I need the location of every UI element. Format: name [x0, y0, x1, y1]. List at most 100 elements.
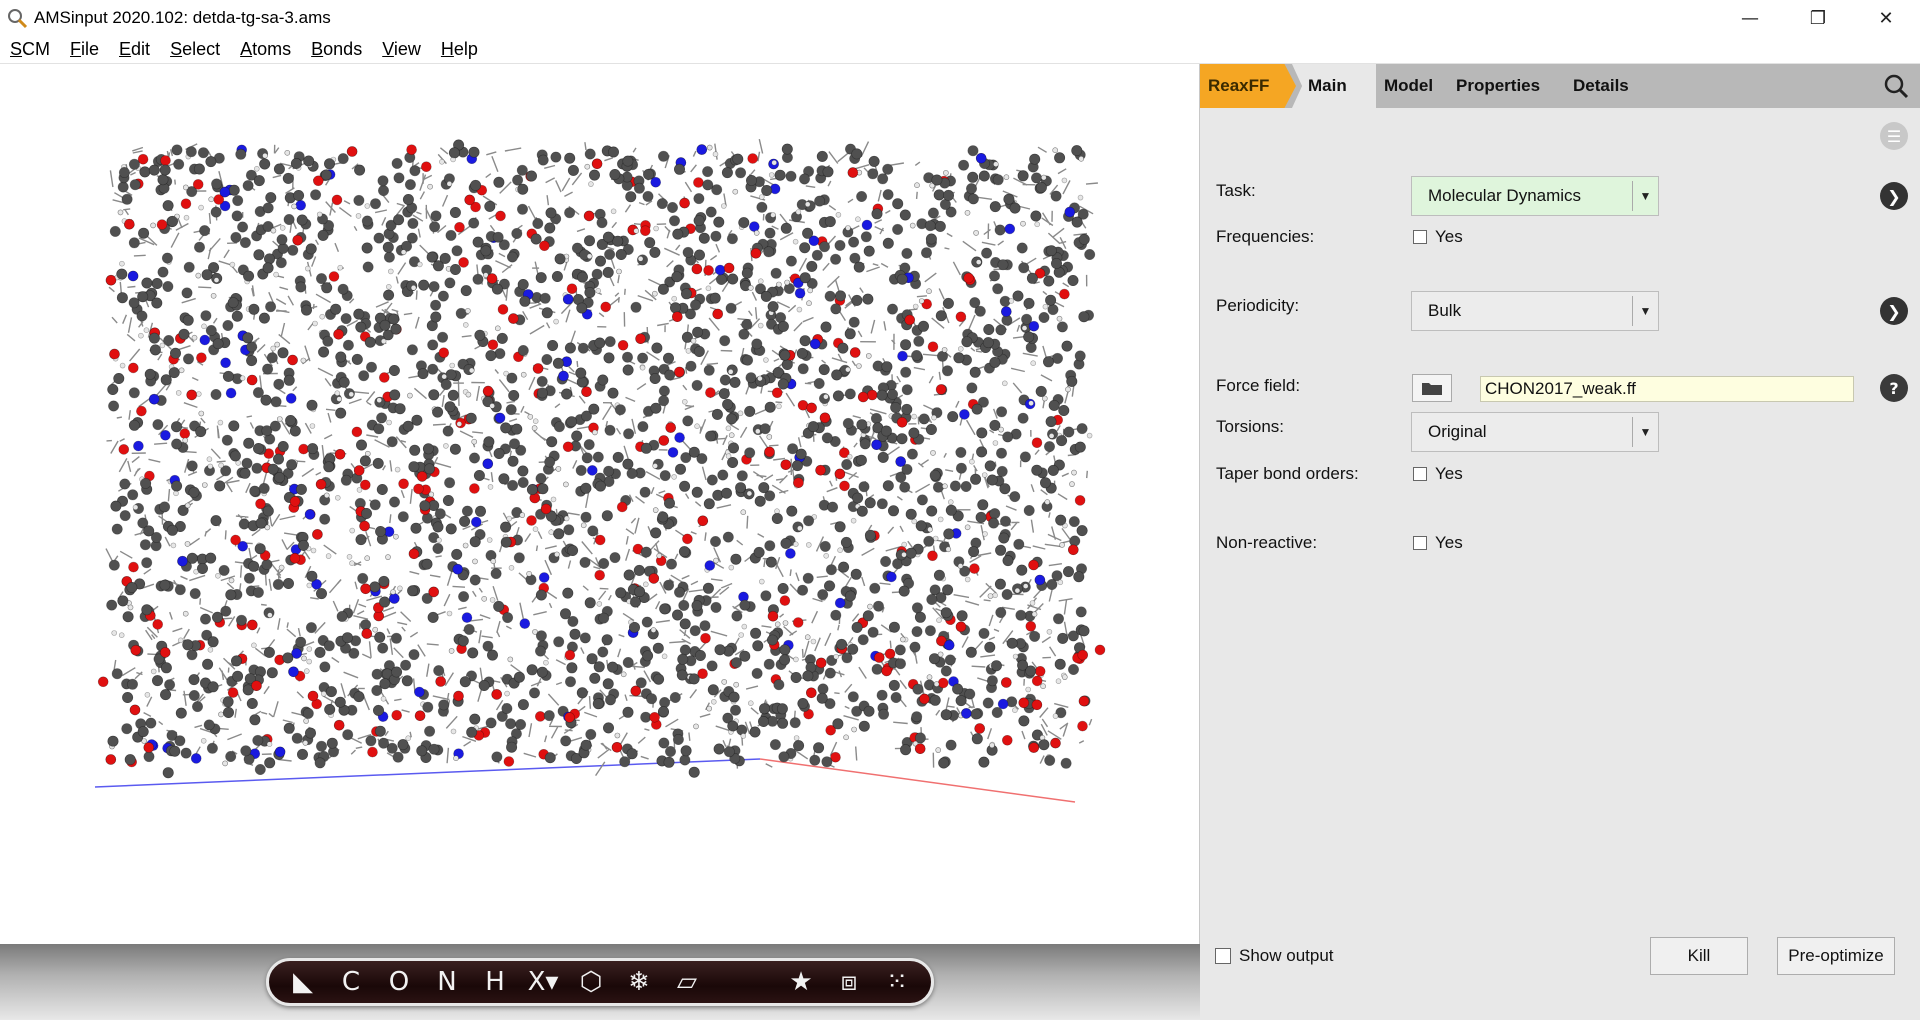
bond [158, 720, 164, 726]
bond [1086, 470, 1088, 479]
bond [567, 512, 580, 516]
carbon-atom [361, 242, 373, 254]
carbon-atom [397, 511, 409, 523]
carbon-atom [152, 419, 164, 431]
hydrogen-atom [270, 227, 277, 234]
hydrogen-atom [372, 626, 379, 633]
menu-view[interactable]: View [372, 39, 431, 60]
carbon-atom [820, 321, 832, 333]
nitrogen-atom [288, 666, 299, 678]
carbon-atom [513, 671, 525, 683]
nitrogen-atom [748, 221, 760, 232]
carbon-atom [944, 654, 956, 666]
carbon-atom [517, 344, 529, 356]
carbon-atom [659, 603, 671, 615]
carbon-atom [1073, 571, 1085, 583]
carbon-atom [468, 452, 480, 464]
bond [664, 225, 671, 233]
carbon-atom [817, 683, 829, 695]
hydrogen-atom [930, 450, 936, 456]
carbon-atom [870, 412, 882, 424]
bond [432, 423, 446, 426]
menu-help[interactable]: Help [431, 39, 488, 60]
carbon-atom [756, 201, 768, 213]
carbon-atom [409, 165, 421, 177]
bond [340, 683, 346, 698]
menu-edit[interactable]: Edit [109, 39, 160, 60]
carbon-atom [338, 376, 350, 388]
menu-bonds[interactable]: Bonds [301, 39, 372, 60]
carbon-atom [444, 277, 456, 289]
carbon-atom [727, 720, 739, 732]
carbon-atom [625, 191, 637, 203]
carbon-atom [1066, 375, 1078, 387]
hydrogen-atom [1057, 579, 1064, 586]
oxygen-atom [391, 709, 403, 721]
carbon-atom [386, 436, 398, 448]
nitrogen-atom [794, 287, 806, 299]
hydrogen-atom [652, 507, 659, 513]
hydrogen-atom [992, 440, 999, 446]
carbon-atom [575, 464, 587, 476]
hydrogen-atom [911, 518, 918, 525]
molecule-canvas[interactable] [0, 64, 1200, 944]
carbon-atom [623, 569, 635, 581]
carbon-atom [749, 726, 761, 738]
bond [127, 285, 136, 288]
carbon-atom [997, 259, 1009, 271]
restore-button[interactable]: ❐ [1784, 0, 1852, 36]
carbon-atom [961, 336, 973, 348]
hydrogen-atom [639, 364, 646, 371]
molecule-viewport[interactable] [0, 64, 1200, 944]
menu-scm[interactable]: SCM [0, 39, 60, 60]
carbon-atom [658, 737, 670, 749]
oxygen-atom [750, 248, 762, 259]
oxygen-atom [328, 271, 340, 282]
bond [381, 611, 397, 619]
oxygen-atom [616, 501, 628, 513]
close-button[interactable]: ✕ [1852, 0, 1920, 36]
hydrogen-atom [222, 760, 228, 767]
bond [128, 410, 131, 420]
bond [1057, 493, 1068, 501]
bond [638, 201, 645, 206]
minimize-button[interactable]: — [1716, 0, 1784, 36]
bond [754, 307, 758, 320]
carbon-atom [201, 269, 213, 281]
carbon-atom [159, 164, 171, 176]
oxygen-atom [247, 619, 258, 631]
carbon-atom [694, 649, 706, 661]
oxygen-atom [351, 426, 363, 438]
carbon-atom [259, 158, 271, 170]
carbon-atom [729, 376, 741, 388]
oxygen-atom [464, 194, 476, 206]
carbon-atom [592, 451, 604, 463]
hydrogen-atom [410, 285, 417, 291]
carbon-atom [419, 500, 431, 512]
bond [861, 576, 866, 587]
menu-file[interactable]: File [60, 39, 109, 60]
oxygen-atom [526, 515, 537, 526]
carbon-atom [321, 282, 333, 294]
bond [119, 550, 133, 559]
carbon-atom [1045, 294, 1057, 306]
bond [699, 713, 711, 718]
carbon-atom [227, 297, 239, 309]
bond [301, 467, 315, 477]
menu-atoms[interactable]: Atoms [230, 39, 301, 60]
carbon-atom [1054, 152, 1066, 164]
bond [779, 613, 785, 618]
bond [546, 195, 550, 206]
carbon-atom [430, 311, 442, 323]
bond [272, 174, 282, 179]
bond [1058, 598, 1073, 602]
carbon-atom [149, 344, 161, 356]
hydrogen-atom [804, 634, 811, 641]
carbon-atom [137, 726, 149, 738]
carbon-atom [807, 421, 819, 433]
bond [787, 304, 797, 313]
menu-select[interactable]: Select [160, 39, 230, 60]
bond [445, 514, 452, 519]
carbon-atom [440, 378, 452, 390]
bond [826, 487, 838, 493]
